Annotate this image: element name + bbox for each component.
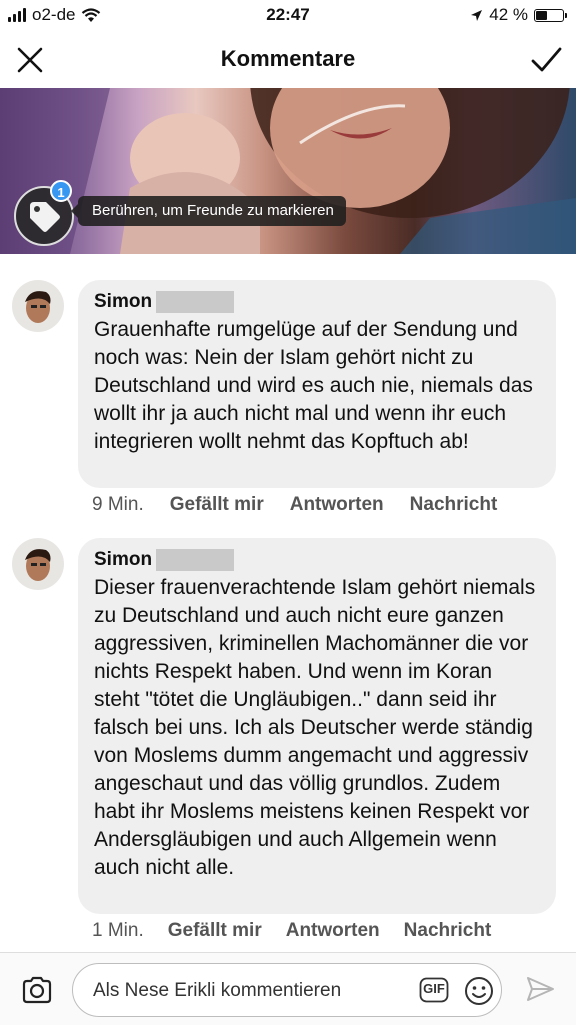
battery-icon [534,8,567,22]
post-photo[interactable]: 1 Berühren, um Freunde zu markieren [0,88,576,254]
avatar-image [25,291,51,323]
status-bar: o2-de 22:47 42 % [0,0,576,30]
emoji-icon[interactable] [463,975,495,1007]
message-button[interactable]: Nachricht [404,920,492,942]
battery-group: 42 % [470,5,567,25]
reply-button[interactable]: Antworten [286,920,380,942]
message-button[interactable]: Nachricht [410,494,498,516]
send-icon[interactable] [524,973,556,1005]
avatar-image [25,549,51,581]
header: Kommentare [0,30,576,88]
avatar[interactable] [12,280,64,332]
location-arrow-icon [471,9,483,21]
comment-username[interactable]: Simon [94,549,152,571]
comment-text: Grauenhafte rumgelüge auf der Sendung un… [94,318,533,453]
comment-bubble: Simon Grauenhafte rumgelüge auf der Send… [78,280,556,488]
page-title: Kommentare [220,46,356,71]
comment-composer: GIF [0,952,576,1025]
tag-count-badge: 1 [50,180,72,202]
comment-timestamp: 1 Min. [92,920,144,941]
redaction-bar [156,291,235,313]
comment-input[interactable] [91,976,415,1006]
comment-username[interactable]: Simon [94,291,152,313]
redaction-bar [156,549,235,571]
gif-label: GIF [423,981,445,996]
checkmark-icon[interactable] [528,42,564,78]
battery-percent: 42 % [489,5,528,24]
like-button[interactable]: Gefällt mir [170,494,264,516]
like-button[interactable]: Gefällt mir [168,920,262,942]
comment-input-container[interactable]: GIF [72,963,502,1017]
photo-image [0,88,576,254]
comment-timestamp: 9 Min. [92,494,144,515]
comment-text: Dieser frauenverachtende Islam gehört ni… [94,576,536,879]
comment-bubble: Simon Dieser frauenverachtende Islam geh… [78,538,556,914]
battery-fill [536,10,547,20]
avatar[interactable] [12,538,64,590]
camera-icon[interactable] [20,973,54,1007]
reply-button[interactable]: Antworten [290,494,384,516]
comment-actions: 9 Min. Gefällt mir Antworten Nachricht [92,494,497,516]
gif-button[interactable]: GIF [419,977,449,1003]
tag-hint-tooltip: Berühren, um Freunde zu markieren [71,196,346,226]
comment-header: Simon [94,548,540,572]
comment-header: Simon [94,290,540,314]
comment-actions: 1 Min. Gefällt mir Antworten Nachricht [92,920,491,942]
